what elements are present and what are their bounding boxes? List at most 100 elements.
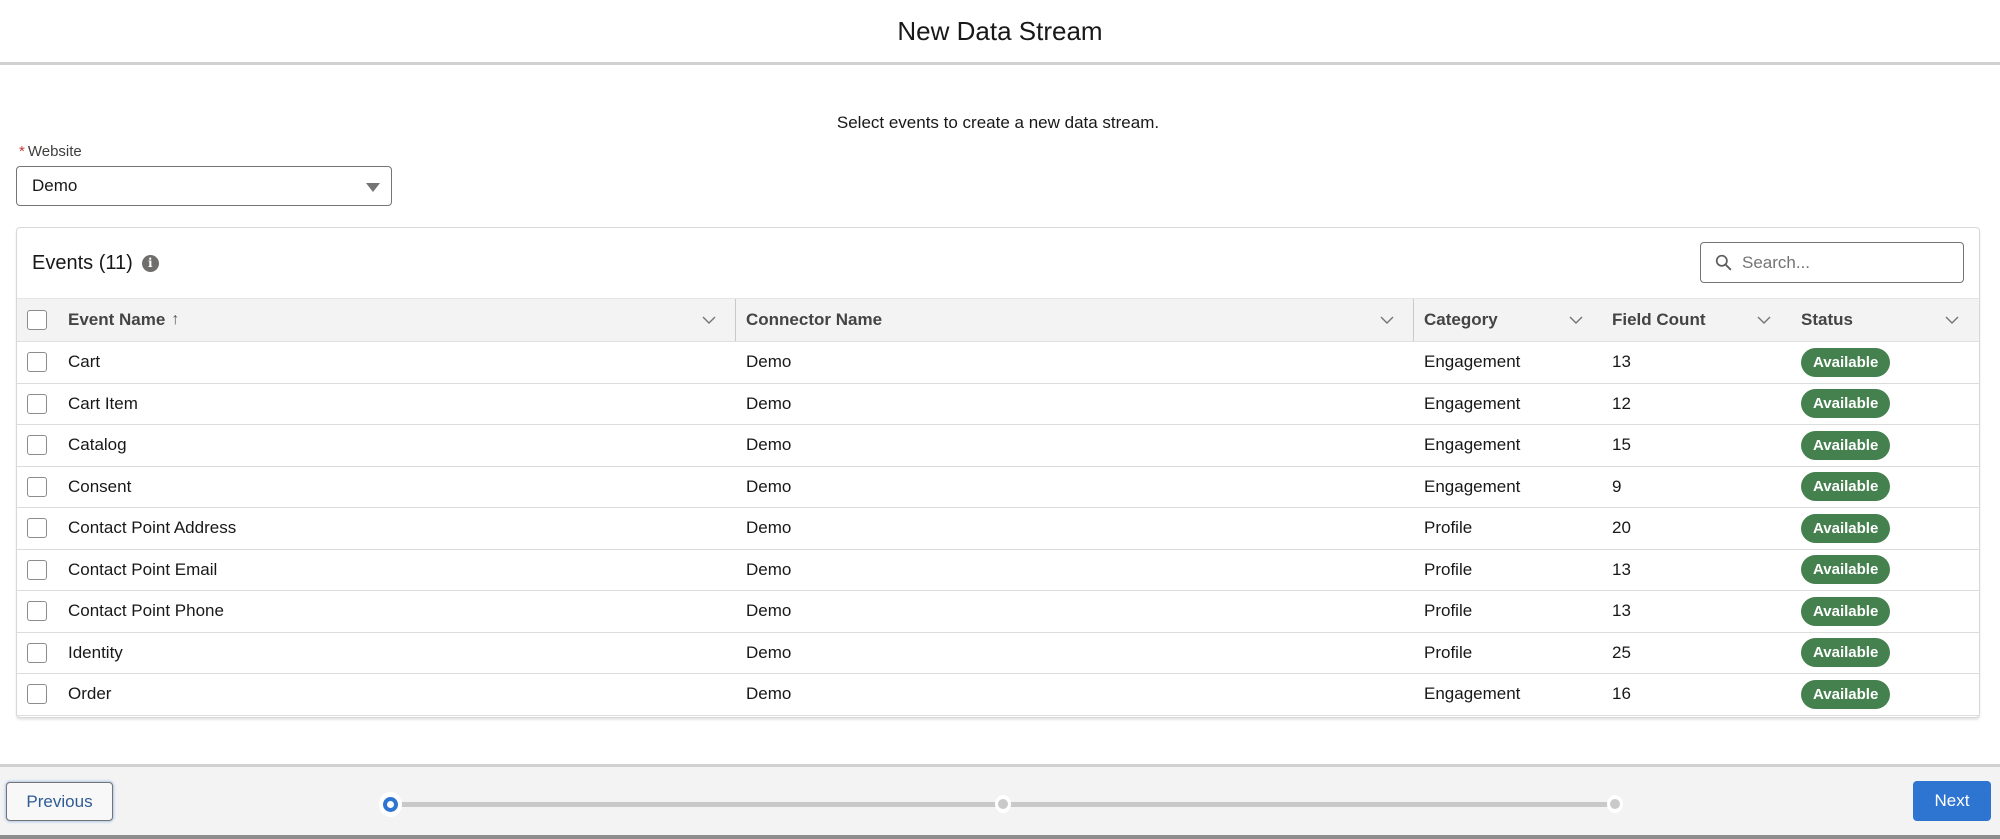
cell-event-name: Cart Item [68,393,138,413]
column-header-category[interactable]: Category [1424,299,1498,341]
cell-field-count: 13 [1612,352,1631,372]
chevron-down-icon[interactable] [1757,313,1771,327]
events-title-text: Events (11) [32,252,133,274]
cell-connector-name: Demo [746,518,792,538]
page-title: New Data Stream [897,16,1103,46]
progress-step-3[interactable] [1607,795,1623,813]
row-checkbox[interactable] [27,559,47,580]
chevron-down-icon[interactable] [1569,313,1583,327]
table-row[interactable]: Cart Demo Engagement 13 Available [17,342,1979,384]
cell-field-count: 13 [1612,559,1631,579]
table-row[interactable]: Cart Item Demo Engagement 12 Available [17,383,1979,425]
cell-connector-name: Demo [746,435,792,455]
cell-category: Profile [1424,559,1473,579]
column-resize-handle[interactable] [1413,299,1414,341]
cell-category: Engagement [1424,476,1521,496]
table-row[interactable]: Catalog Demo Engagement 15 Available [17,425,1979,467]
column-label: Field Count [1612,310,1706,329]
cell-status: Available [1801,425,1891,466]
cell-connector-name: Demo [746,476,792,496]
cell-category: Engagement [1424,393,1521,413]
column-label: Connector Name [746,310,883,329]
cell-connector-name: Demo [746,684,792,704]
cell-category: Engagement [1424,435,1521,455]
cell-field-count: 13 [1612,601,1631,621]
website-select[interactable]: Demo [16,166,392,206]
cell-connector-name: Demo [746,352,792,372]
new-data-stream-modal: New Data Stream Select events to create … [0,0,2000,839]
instructions-text: Select events to create a new data strea… [836,113,1160,132]
search-box[interactable] [1700,242,1964,283]
column-header-event-name[interactable]: Event Name ↑ [68,299,179,341]
previous-button[interactable]: Previous [6,782,113,821]
row-checkbox[interactable] [27,393,47,414]
progress-step-2[interactable] [995,795,1011,813]
row-checkbox[interactable] [27,518,47,539]
cell-category: Profile [1424,601,1473,621]
cell-status: Available [1801,550,1891,591]
table-row[interactable]: Consent Demo Engagement 9 Available [17,466,1979,508]
row-checkbox[interactable] [27,684,47,705]
row-checkbox[interactable] [27,435,47,456]
website-label: * Website [19,143,82,160]
status-badge: Available [1801,679,1891,709]
search-input[interactable] [1742,252,1942,273]
events-card-title: Events (11) i [32,252,159,275]
website-label-text: Website [27,143,82,160]
cell-event-name: Order [68,684,112,704]
chevron-down-icon[interactable] [702,313,716,327]
modal-footer: Previous Next [0,764,2000,839]
caret-down-icon [366,183,380,192]
cell-connector-name: Demo [746,559,792,579]
cell-field-count: 25 [1612,642,1631,662]
chevron-down-icon[interactable] [1945,313,1959,327]
cell-connector-name: Demo [746,393,792,413]
column-resize-handle[interactable] [735,299,736,341]
cell-status: Available [1801,342,1891,383]
cell-status: Available [1801,591,1891,632]
select-all-checkbox[interactable] [27,310,47,330]
status-badge: Available [1801,430,1891,460]
cell-field-count: 15 [1612,435,1631,455]
header-divider [0,62,2000,65]
cell-category: Engagement [1424,352,1521,372]
cell-connector-name: Demo [746,601,792,621]
cell-event-name: Contact Point Phone [68,601,224,621]
website-select-value: Demo [32,176,78,195]
column-header-field-count[interactable]: Field Count [1612,299,1705,341]
events-card: Events (11) i Event Name ↑ Connector Nam… [16,227,1980,718]
column-label: Status [1801,310,1853,329]
table-row[interactable]: Identity Demo Profile 25 Available [17,632,1979,674]
chevron-down-icon[interactable] [1380,313,1394,327]
cell-event-name: Contact Point Address [68,518,237,538]
cell-status: Available [1801,384,1891,425]
row-checkbox[interactable] [27,476,47,497]
row-checkbox[interactable] [27,601,47,622]
cell-event-name: Consent [68,476,132,496]
table-row[interactable]: Order Demo Engagement 16 Available [17,674,1979,716]
column-header-connector-name[interactable]: Connector Name [746,299,882,341]
table-body: Cart Demo Engagement 13 Available Cart Item De… [17,342,1979,716]
cell-event-name: Catalog [68,435,127,455]
table-row[interactable]: Contact Point Email Demo Profile 13 Availabl… [17,549,1979,591]
progress-step-1-current[interactable] [379,792,402,817]
table-row[interactable]: Contact Point Phone Demo Profile 13 Availabl… [17,591,1979,633]
status-badge: Available [1801,472,1891,502]
info-icon[interactable]: i [141,255,159,272]
search-icon [1715,254,1732,271]
row-checkbox[interactable] [27,642,47,663]
cell-field-count: 20 [1612,518,1631,538]
modal-header: New Data Stream [0,0,2000,63]
column-header-status[interactable]: Status [1801,299,1853,341]
cell-category: Engagement [1424,684,1521,704]
row-checkbox[interactable] [27,352,47,373]
status-badge: Available [1801,596,1891,626]
status-badge: Available [1801,513,1891,543]
events-table: Event Name ↑ Connector Name Category Fie… [17,298,1979,716]
table-row[interactable]: Contact Point Address Demo Profile 20 Availa… [17,508,1979,550]
table-header-row: Event Name ↑ Connector Name Category Fie… [17,298,1979,342]
next-button[interactable]: Next [1913,781,1991,821]
cell-event-name: Identity [68,642,123,662]
cell-event-name: Contact Point Email [68,559,218,579]
cell-field-count: 16 [1612,684,1631,704]
